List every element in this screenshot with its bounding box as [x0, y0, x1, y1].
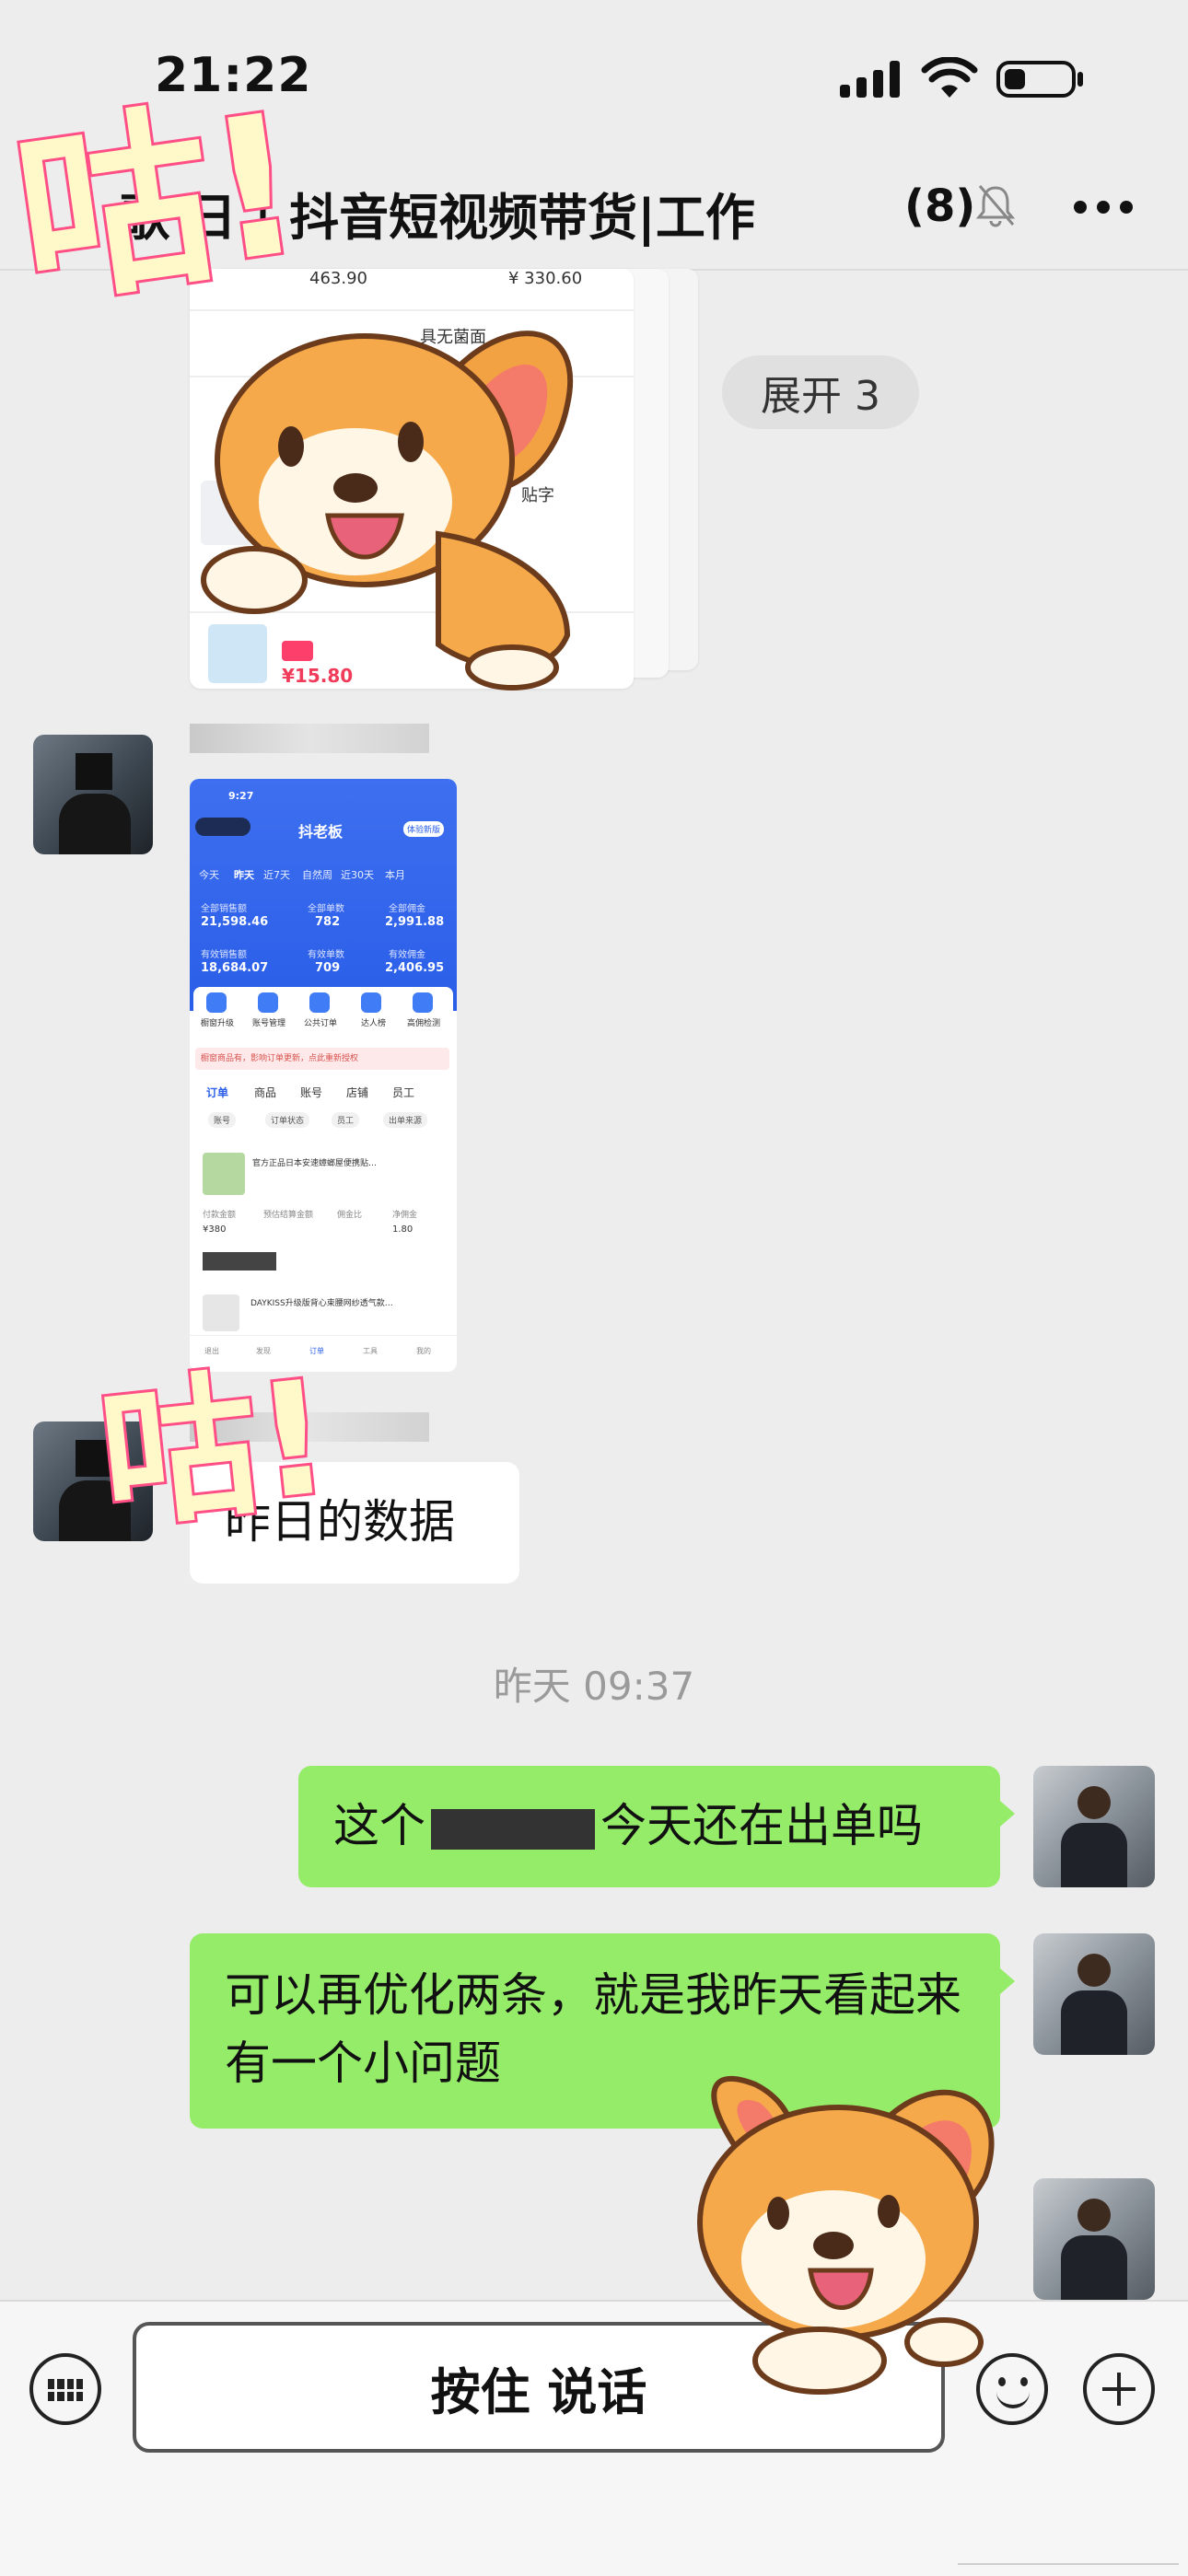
cellular-signal-icon [840, 61, 901, 98]
message-text-a: 这个 [333, 1799, 425, 1852]
shot-status-time: 9:27 [228, 790, 254, 802]
shot-tab: 自然周 [302, 869, 332, 881]
shot-bottom-nav: 退出 [204, 1347, 219, 1355]
shot-bottom-nav: 工具 [363, 1347, 378, 1355]
shot-order-value: ¥380 [203, 1224, 227, 1235]
expand-pill[interactable]: 展开 3 [722, 355, 919, 429]
shot-order-2: DAYKISS升级版背心束腰网纱透气款… [250, 1299, 393, 1308]
shot-stat-value: 2,991.88 [385, 915, 445, 929]
add-plus-icon[interactable] [1083, 2353, 1155, 2425]
shot-order-value: 1.80 [392, 1224, 413, 1235]
sticker-2-text: 咕! [89, 1344, 341, 1555]
avatar-self-2[interactable] [1033, 1933, 1155, 2055]
shot-icon-label: 橱窗升级 [201, 1019, 235, 1028]
redacted-block [431, 1808, 595, 1850]
shot-stat-value: 782 [315, 915, 341, 929]
shot-stat-label: 有效单数 [308, 950, 344, 960]
card-price-2: ¥ 330.60 [508, 269, 583, 288]
shot-order-col: 预估结算金额 [263, 1211, 314, 1220]
watermark-line [958, 2563, 1179, 2565]
shot-sub-tab: 订单 [206, 1086, 229, 1099]
shot-stat-label: 全部销售额 [201, 904, 247, 914]
screenshot-image[interactable]: 9:27 抖老板 体验新版 今天 昨天 近7天 自然周 近30天 本月 全部销售… [190, 779, 457, 1372]
shot-chip: 出单来源 [383, 1112, 428, 1128]
member-count: (8) [904, 180, 976, 232]
shot-stat-value: 2,406.95 [385, 961, 445, 975]
shot-bottom-nav: 我的 [416, 1347, 431, 1355]
avatar-self-1[interactable] [1033, 1766, 1155, 1887]
shot-stat-label: 全部单数 [308, 904, 344, 914]
shot-stat-label: 有效佣金 [389, 950, 425, 960]
shot-stat-value: 18,684.07 [201, 961, 269, 975]
battery-cap [1077, 72, 1083, 87]
shot-order-col: 净佣金 [392, 1211, 418, 1220]
shot-order-col: 佣金比 [337, 1211, 363, 1220]
shot-order-col: 付款金额 [203, 1211, 237, 1220]
shot-tab: 近30天 [341, 869, 374, 881]
shot-icon-label: 高佣检测 [407, 1019, 441, 1028]
card-price-1: 463.90 [309, 269, 367, 288]
shot-chip: 订单状态 [265, 1112, 310, 1128]
check-icon [413, 992, 433, 1013]
timestamp: 昨天 09:37 [493, 1664, 695, 1709]
shot-stat-label: 有效销售额 [201, 950, 247, 960]
order-icon [309, 992, 330, 1013]
shot-icon-label: 达人榜 [361, 1019, 387, 1028]
shot-icon-label: 公共订单 [304, 1019, 338, 1028]
more-options-icon[interactable] [1074, 201, 1135, 215]
corgi-sticker-1 [201, 331, 574, 690]
shot-stat-label: 全部佣金 [389, 904, 425, 914]
message-bubble-sent-1[interactable]: 这个 今天还在出单吗 [298, 1766, 1000, 1887]
upgrade-icon [206, 992, 227, 1013]
message-text-b: 今天还在出单吗 [600, 1799, 923, 1852]
corgi-sticker-2 [697, 2075, 995, 2395]
shot-sub-tab: 账号 [300, 1086, 323, 1099]
shot-app-name: 抖老板 [298, 823, 344, 841]
shot-stat-value: 21,598.46 [201, 915, 269, 929]
shot-notice: 橱窗商品有，影响订单更新，点此重新授权 [195, 1048, 449, 1070]
mute-bell-icon [975, 185, 1016, 227]
wifi-icon [921, 57, 978, 98]
shot-tab: 近7天 [263, 869, 290, 881]
avatar-friend-1[interactable] [33, 735, 153, 854]
shot-chip: 账号 [208, 1112, 237, 1128]
shot-stat-value: 709 [315, 961, 341, 975]
shot-order-title: 官方正品日本安速蟑螂屋便携贴… [252, 1159, 378, 1168]
battery-icon [996, 61, 1076, 98]
shot-tab: 昨天 [234, 869, 254, 881]
sender-name-1 [190, 724, 429, 753]
shot-icon-label: 账号管理 [252, 1019, 286, 1028]
ranking-icon [361, 992, 381, 1013]
shot-chip: 员工 [332, 1112, 360, 1128]
shot-sub-tab: 员工 [392, 1086, 415, 1099]
keyboard-icon[interactable] [29, 2353, 101, 2425]
shot-tab: 本月 [385, 869, 405, 881]
shot-sub-tab: 店铺 [346, 1086, 369, 1099]
sticker-1-text: 咕! [1, 68, 317, 336]
shot-tab: 今天 [199, 869, 219, 881]
shot-sub-tab: 商品 [254, 1086, 277, 1099]
account-icon [258, 992, 278, 1013]
shot-badge: 体验新版 [403, 821, 445, 837]
avatar-self-3[interactable] [1033, 2178, 1155, 2300]
